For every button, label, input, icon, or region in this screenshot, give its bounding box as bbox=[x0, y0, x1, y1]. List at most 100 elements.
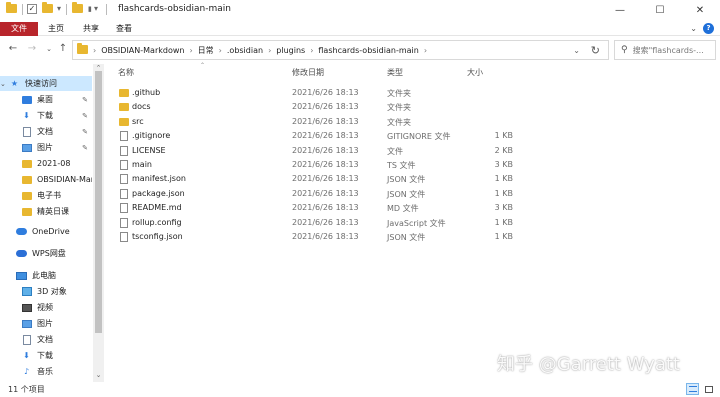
tab-file[interactable]: 文件 bbox=[0, 22, 38, 36]
breadcrumb-item[interactable]: .obsidian bbox=[227, 46, 263, 55]
tab-home[interactable]: 主页 bbox=[42, 22, 70, 36]
file-date: 2021/6/26 18:13 bbox=[292, 203, 359, 213]
sidebar-item-ebooks[interactable]: 电子书 bbox=[0, 188, 92, 203]
sidebar-item-videos[interactable]: 视频 bbox=[0, 300, 92, 315]
sidebar-item-elite-daily[interactable]: 精英日课 bbox=[0, 204, 92, 219]
breadcrumb-separator-icon[interactable]: › bbox=[268, 46, 271, 55]
table-row[interactable]: src 2021/6/26 18:13 文件夹 bbox=[104, 115, 544, 129]
folder-icon bbox=[119, 89, 129, 97]
expand-chevron-icon[interactable]: ⌄ bbox=[0, 80, 7, 88]
file-name: docs bbox=[132, 102, 151, 112]
breadcrumb-separator-icon[interactable]: › bbox=[310, 46, 313, 55]
address-dropdown-icon[interactable]: ⌄ bbox=[573, 46, 580, 55]
table-row[interactable]: rollup.config 2021/6/26 18:13 JavaScript 文… bbox=[104, 216, 544, 230]
back-arrow-icon[interactable]: ← bbox=[6, 43, 20, 54]
breadcrumb-separator-icon[interactable]: › bbox=[93, 46, 96, 55]
new-folder-icon[interactable] bbox=[42, 2, 53, 13]
expand-ribbon-icon[interactable]: ⌄ bbox=[690, 24, 697, 33]
large-icons-view-icon bbox=[705, 386, 713, 393]
column-header-label: 名称 bbox=[118, 68, 134, 77]
pin-icon: ✎ bbox=[82, 111, 88, 120]
folder-icon bbox=[21, 207, 32, 217]
breadcrumb-separator-icon[interactable]: › bbox=[189, 46, 192, 55]
breadcrumb-item[interactable]: 日常 bbox=[198, 45, 214, 56]
breadcrumb-separator-icon[interactable]: › bbox=[219, 46, 222, 55]
dropdown-icon[interactable]: ▾ bbox=[94, 4, 98, 13]
sidebar-item-quick-access[interactable]: ⌄ ★ 快速访问 bbox=[0, 76, 92, 91]
column-header-name[interactable]: 名称 bbox=[118, 67, 134, 78]
sidebar-item-documents[interactable]: 文档 ✎ bbox=[0, 124, 92, 139]
column-header-type[interactable]: 类型 bbox=[387, 67, 403, 78]
search-placeholder: 搜索"flashcards-... bbox=[632, 45, 704, 55]
table-row[interactable]: LICENSE 2021/6/26 18:13 文件 2 KB bbox=[104, 144, 544, 158]
table-row[interactable]: .github 2021/6/26 18:13 文件夹 bbox=[104, 86, 544, 100]
table-row[interactable]: tsconfig.json 2021/6/26 18:13 JSON 文件 1 KB bbox=[104, 230, 544, 244]
search-box[interactable]: ⚲ 搜索"flashcards-... bbox=[614, 40, 716, 60]
sidebar-item-obsidian-markdown[interactable]: OBSIDIAN-Mar bbox=[0, 172, 92, 187]
breadcrumb-item[interactable]: OBSIDIAN-Markdown bbox=[101, 46, 184, 55]
sidebar-item-onedrive[interactable]: OneDrive bbox=[0, 224, 92, 239]
maximize-button[interactable]: ☐ bbox=[640, 0, 680, 22]
sidebar-item-label: 文档 bbox=[37, 127, 53, 136]
table-row[interactable]: README.md 2021/6/26 18:13 MD 文件 3 KB bbox=[104, 201, 544, 215]
scroll-down-icon[interactable]: ⌄ bbox=[93, 371, 104, 379]
sidebar-item-music[interactable]: ♪ 音乐 bbox=[0, 364, 92, 379]
file-name: rollup.config bbox=[132, 217, 182, 227]
file-date: 2021/6/26 18:13 bbox=[292, 217, 359, 227]
close-button[interactable]: ✕ bbox=[680, 0, 720, 22]
sidebar-item-label: 图片 bbox=[37, 319, 53, 328]
up-arrow-icon[interactable]: ↑ bbox=[56, 43, 70, 54]
refresh-icon[interactable]: ↻ bbox=[591, 44, 600, 57]
breadcrumb-item[interactable]: flashcards-obsidian-main bbox=[318, 46, 418, 55]
file-date: 2021/6/26 18:13 bbox=[292, 145, 359, 155]
folder-icon bbox=[119, 117, 129, 126]
title-bar: ✓ ▾ ▮ ▾ flashcards-obsidian-main — ☐ ✕ bbox=[0, 0, 720, 22]
sidebar-item-documents-pc[interactable]: 文档 bbox=[0, 332, 92, 347]
table-row[interactable]: main 2021/6/26 18:13 TS 文件 3 KB bbox=[104, 158, 544, 172]
sidebar-item-wps-cloud[interactable]: WPS网盘 bbox=[0, 246, 92, 261]
file-name: README.md bbox=[132, 203, 182, 213]
sidebar-scrollbar-thumb[interactable] bbox=[95, 71, 102, 333]
breadcrumb-separator-icon[interactable]: › bbox=[424, 46, 427, 55]
star-icon: ★ bbox=[10, 79, 19, 88]
table-row[interactable]: .gitignore 2021/6/26 18:13 GITIGNORE 文件 1 K… bbox=[104, 129, 544, 143]
sidebar-item-downloads-pc[interactable]: ⬇ 下载 bbox=[0, 348, 92, 363]
minimize-button[interactable]: — bbox=[600, 0, 640, 22]
large-icons-view-button[interactable] bbox=[702, 383, 715, 395]
sidebar-item-3d-objects[interactable]: 3D 对象 bbox=[0, 284, 92, 299]
sidebar-item-pictures[interactable]: 图片 ✎ bbox=[0, 140, 92, 155]
tab-share[interactable]: 共享 bbox=[77, 22, 105, 36]
sidebar-item-label: 图片 bbox=[37, 143, 53, 152]
breadcrumb-item[interactable]: plugins bbox=[276, 46, 305, 55]
address-bar[interactable]: › OBSIDIAN-Markdown › 日常 › .obsidian › p… bbox=[72, 40, 609, 60]
sidebar-item-desktop[interactable]: 桌面 ✎ bbox=[0, 92, 92, 107]
help-icon[interactable]: ? bbox=[703, 23, 714, 34]
status-bar: 11 个项目 bbox=[0, 382, 720, 397]
tab-view[interactable]: 查看 bbox=[110, 22, 138, 36]
expand-icon[interactable]: ▮ bbox=[88, 5, 92, 13]
file-icon bbox=[120, 145, 128, 156]
table-row[interactable]: package.json 2021/6/26 18:13 JSON 文件 1 KB bbox=[104, 187, 544, 201]
sidebar-item-downloads[interactable]: ⬇ 下载 ✎ bbox=[0, 108, 92, 123]
customize-quick-access-icon[interactable]: ▾ bbox=[57, 4, 61, 13]
table-row[interactable]: docs 2021/6/26 18:13 文件夹 bbox=[104, 100, 544, 114]
sort-ascending-icon: ⌃ bbox=[200, 62, 206, 69]
folder-icon bbox=[21, 159, 32, 169]
sidebar-item-this-pc[interactable]: 此电脑 bbox=[0, 268, 92, 283]
3d-objects-icon bbox=[21, 287, 32, 297]
file-name: .github bbox=[132, 88, 161, 97]
column-header-size[interactable]: 大小 bbox=[467, 67, 483, 78]
pin-icon: ✎ bbox=[82, 95, 88, 104]
forward-arrow-icon[interactable]: → bbox=[25, 43, 39, 54]
column-header-date[interactable]: 修改日期 bbox=[292, 67, 324, 78]
recent-locations-icon[interactable]: ⌄ bbox=[42, 45, 56, 53]
file-size: 1 KB bbox=[494, 217, 513, 227]
details-view-button[interactable] bbox=[686, 383, 699, 395]
window-title: flashcards-obsidian-main bbox=[118, 4, 231, 14]
properties-check-icon[interactable]: ✓ bbox=[27, 4, 37, 14]
ribbon-tabs: 文件 主页 共享 查看 ⌄ ? bbox=[0, 22, 720, 36]
sidebar-item-pictures-pc[interactable]: 图片 bbox=[0, 316, 92, 331]
table-row[interactable]: manifest.json 2021/6/26 18:13 JSON 文件 1 KB bbox=[104, 172, 544, 186]
sidebar-item-label: 下载 bbox=[37, 351, 53, 360]
sidebar-item-2021-08[interactable]: 2021-08 bbox=[0, 156, 92, 171]
